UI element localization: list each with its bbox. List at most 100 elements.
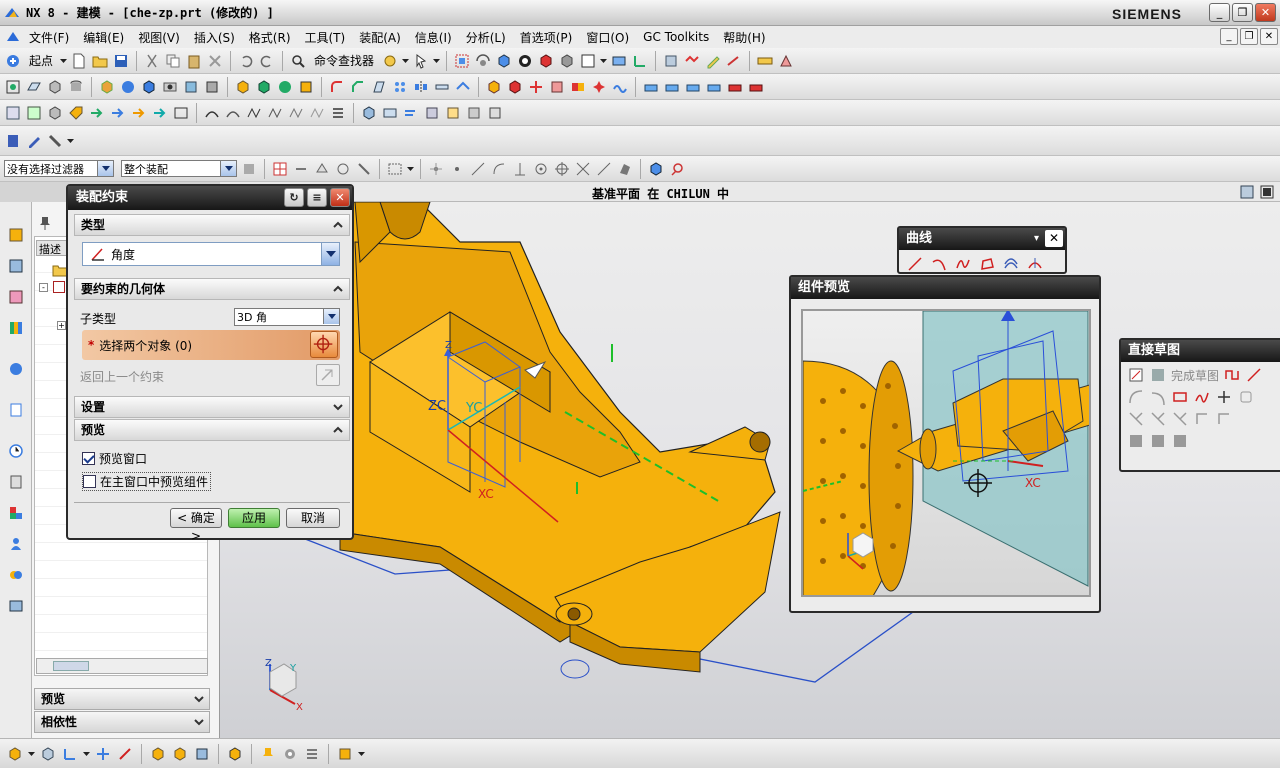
clock-tab-icon[interactable] xyxy=(5,440,27,462)
deviation-icon[interactable] xyxy=(245,104,263,122)
offset-region-icon[interactable] xyxy=(705,78,723,96)
line-icon[interactable] xyxy=(905,254,925,274)
gear-icon[interactable] xyxy=(281,745,299,763)
fillet-icon[interactable] xyxy=(1171,410,1189,428)
type-section-header[interactable]: 类型 xyxy=(74,214,350,236)
redo-icon[interactable] xyxy=(258,52,276,70)
snap-line-icon[interactable] xyxy=(469,160,487,178)
tree-expander-icon[interactable]: - xyxy=(39,283,48,292)
snap-feature-icon[interactable] xyxy=(355,160,373,178)
subtract-icon[interactable] xyxy=(255,78,273,96)
sketch-arc-icon[interactable] xyxy=(1127,388,1145,406)
sketch-tool-icon[interactable] xyxy=(1127,366,1145,384)
select-tool-icon[interactable] xyxy=(412,52,430,70)
menu-view[interactable]: 视图(V) xyxy=(131,29,187,46)
assembly-navigator-tab-icon[interactable] xyxy=(5,224,27,246)
arrow-cyan-icon[interactable] xyxy=(151,104,169,122)
boolean-icon[interactable] xyxy=(140,78,158,96)
snap-intersect-icon[interactable] xyxy=(574,160,592,178)
assembly-icon[interactable] xyxy=(485,78,503,96)
swap-icon[interactable] xyxy=(402,104,420,122)
spline-icon[interactable] xyxy=(953,254,973,274)
close-dialog-icon[interactable]: ✕ xyxy=(330,188,350,207)
start-button-label[interactable]: 起点 xyxy=(29,52,53,69)
menu-format[interactable]: 格式(R) xyxy=(242,29,298,46)
ruler-icon[interactable] xyxy=(756,52,774,70)
horizontal-scrollbar[interactable] xyxy=(36,658,208,674)
system-materials-tab-icon[interactable] xyxy=(5,564,27,586)
constraint-navigator-tab-icon[interactable] xyxy=(5,255,27,277)
list-icon[interactable] xyxy=(329,104,347,122)
copy-icon[interactable] xyxy=(164,52,182,70)
preview-section-header[interactable]: 预览 xyxy=(74,419,350,441)
unite-icon[interactable] xyxy=(234,78,252,96)
boss-icon[interactable] xyxy=(182,78,200,96)
block-icon[interactable] xyxy=(46,78,64,96)
revolve-icon[interactable] xyxy=(119,78,137,96)
transform-icon[interactable] xyxy=(116,745,134,763)
frame-icon[interactable] xyxy=(172,104,190,122)
trim-body-icon[interactable] xyxy=(297,78,315,96)
menu-assembly[interactable]: 装配(A) xyxy=(352,29,408,46)
component-preview-titlebar[interactable]: 组件预览 xyxy=(791,277,1099,299)
part-navigator-icon[interactable] xyxy=(4,104,22,122)
cut-icon[interactable] xyxy=(143,52,161,70)
layer-settings-icon[interactable] xyxy=(6,745,24,763)
snap-options-icon[interactable] xyxy=(336,745,354,763)
sketch-auto-icon[interactable] xyxy=(1171,432,1189,450)
wave-icon[interactable] xyxy=(611,78,629,96)
subtype-dropdown[interactable]: 3D 角 xyxy=(234,308,340,326)
snap-quadrant-icon[interactable] xyxy=(553,160,571,178)
part-navigator-tab-icon[interactable] xyxy=(5,286,27,308)
reuse-library-tab-icon[interactable] xyxy=(5,317,27,339)
component-checkbox[interactable] xyxy=(53,281,65,293)
snap-arc-icon[interactable] xyxy=(490,160,508,178)
offset-curve-icon[interactable] xyxy=(1001,254,1021,274)
finish-sketch-label[interactable]: 完成草图 xyxy=(1171,367,1219,384)
menu-gc-toolkits[interactable]: GC Toolkits xyxy=(636,30,716,44)
point-pick-icon[interactable] xyxy=(668,160,686,178)
rotate-view-icon[interactable] xyxy=(474,52,492,70)
show-hide-icon[interactable] xyxy=(683,52,701,70)
synchronous-icon[interactable] xyxy=(642,78,660,96)
trim-icon[interactable] xyxy=(1127,410,1145,428)
return-previous-icon[interactable] xyxy=(316,364,340,386)
reference-set-icon[interactable] xyxy=(423,104,441,122)
menu-tools[interactable]: 工具(T) xyxy=(298,29,353,46)
main-window-preview-checkbox[interactable] xyxy=(83,475,96,488)
extrude-icon[interactable] xyxy=(98,78,116,96)
selection-scope-dropdown[interactable]: 整个装配 xyxy=(121,160,237,177)
intersect-icon[interactable] xyxy=(276,78,294,96)
preview-window-option[interactable]: 预览窗口 xyxy=(82,450,147,467)
pattern-icon[interactable] xyxy=(391,78,409,96)
doc-restore-button[interactable]: ❐ xyxy=(1240,28,1258,45)
render-style-icon[interactable] xyxy=(516,52,534,70)
profile-icon[interactable] xyxy=(1223,366,1241,384)
menu-info[interactable]: 信息(I) xyxy=(408,29,459,46)
ok-button[interactable]: < 确定 > xyxy=(170,508,222,543)
open-folder-icon[interactable] xyxy=(91,52,109,70)
wcs-dynamic-icon[interactable] xyxy=(61,745,79,763)
background-icon[interactable] xyxy=(579,52,597,70)
preview-window-checkbox[interactable] xyxy=(82,452,95,465)
component-preview-viewport[interactable]: XC xyxy=(801,309,1091,597)
color-cube-icon[interactable] xyxy=(537,52,555,70)
preview-section[interactable]: 预览 xyxy=(34,688,210,710)
tool-icon[interactable] xyxy=(46,132,64,150)
offset-face-icon[interactable] xyxy=(454,78,472,96)
shell-icon[interactable] xyxy=(203,78,221,96)
hole-icon[interactable] xyxy=(161,78,179,96)
select-objects-row[interactable]: * 选择两个对象 (0) xyxy=(82,330,340,360)
sketch-line-icon[interactable] xyxy=(1245,366,1263,384)
point-snap-icon[interactable] xyxy=(271,160,289,178)
measure-icon[interactable] xyxy=(725,52,743,70)
datum-plane-icon[interactable] xyxy=(25,78,43,96)
sketch-icon[interactable] xyxy=(4,78,22,96)
snap-tangent-icon[interactable] xyxy=(595,160,613,178)
move-face-icon[interactable] xyxy=(663,78,681,96)
cylinder-icon[interactable] xyxy=(67,78,85,96)
settings-section-header[interactable]: 设置 xyxy=(74,396,350,418)
load-icon[interactable] xyxy=(381,104,399,122)
assembly-navigator-icon[interactable] xyxy=(25,104,43,122)
sketch-offset-icon[interactable] xyxy=(1237,388,1255,406)
